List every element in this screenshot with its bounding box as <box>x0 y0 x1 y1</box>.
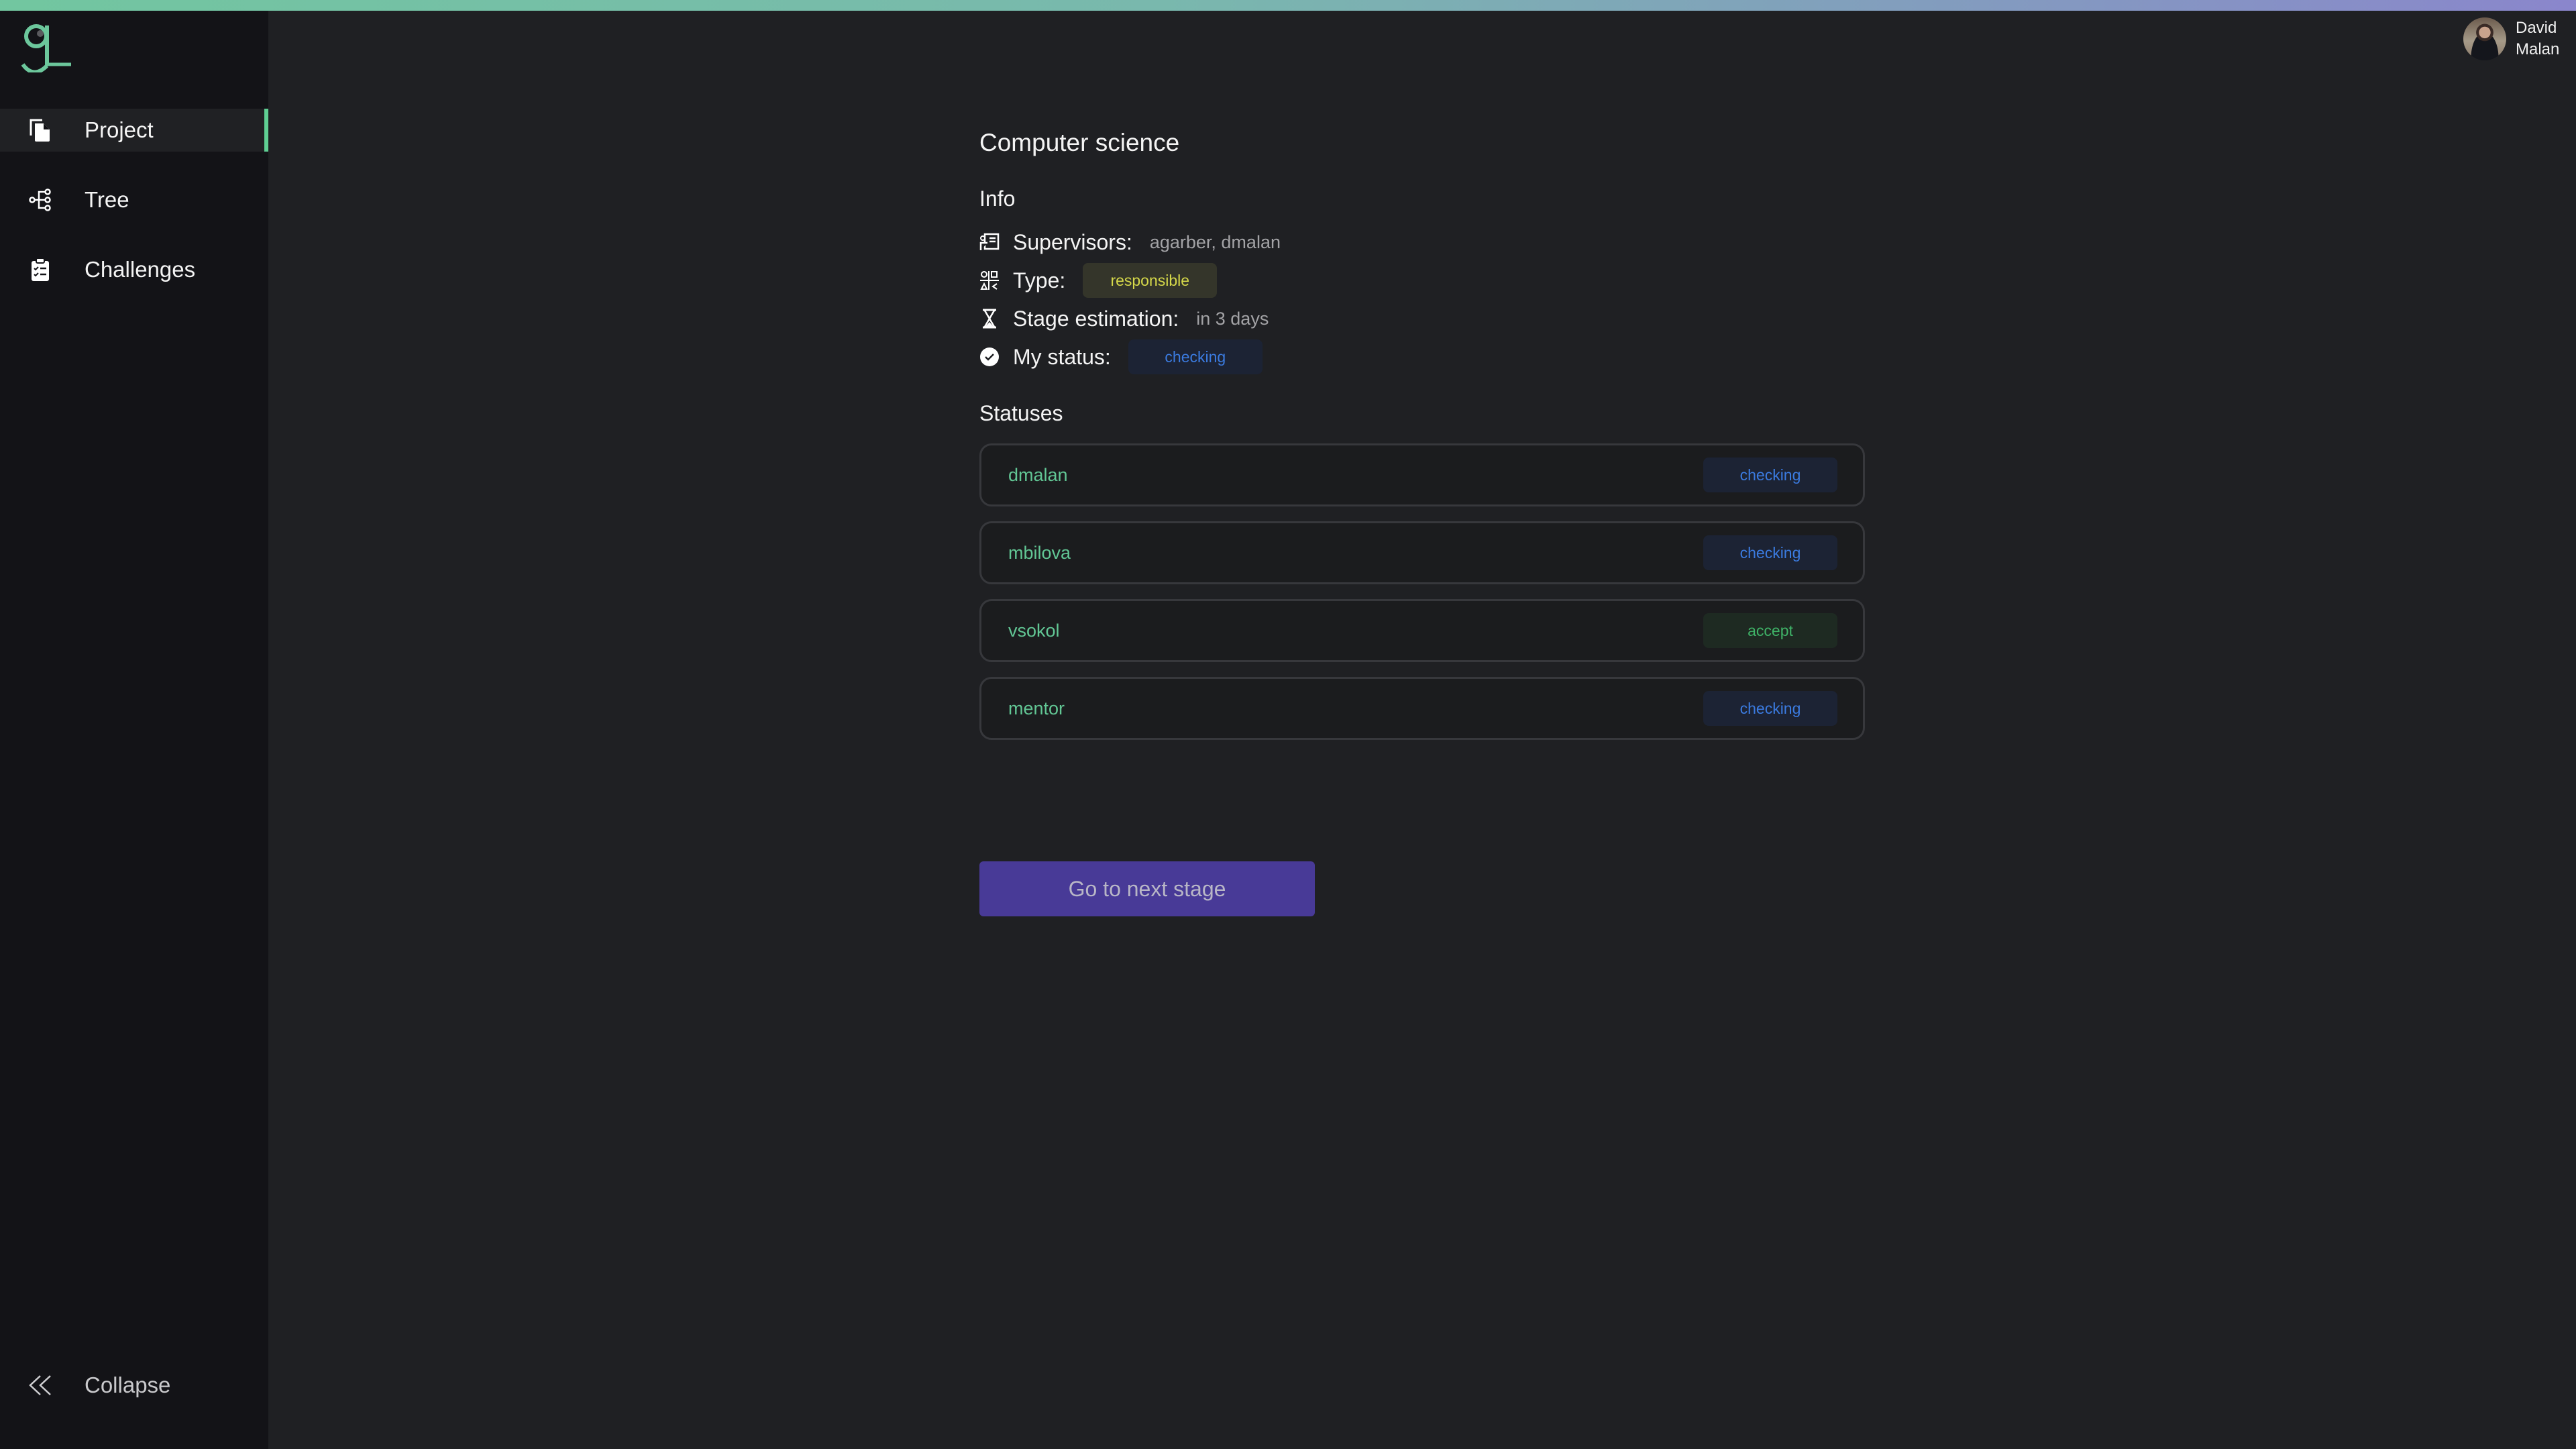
user-last-name: Malan <box>2516 40 2560 58</box>
status-card: vsokol accept <box>979 599 1865 662</box>
supervisors-label: Supervisors: <box>1013 229 1132 254</box>
hourglass-icon <box>979 309 1000 329</box>
collapse-label: Collapse <box>85 1373 171 1397</box>
collapse-button[interactable]: Collapse <box>0 1364 268 1407</box>
tree-icon <box>28 188 52 212</box>
status-user-name[interactable]: vsokol <box>1008 621 1060 641</box>
status-badge: checking <box>1703 691 1837 726</box>
check-circle-icon <box>979 347 1000 367</box>
app-logo[interactable] <box>20 19 74 74</box>
supervisors-value: agarber, dmalan <box>1149 231 1281 252</box>
sidebar-item-project[interactable]: Project <box>0 109 268 152</box>
stage-estimation-row: Stage estimation: in 3 days <box>979 301 1269 336</box>
sidebar-item-label: Challenges <box>85 257 196 282</box>
stage-estimation-value: in 3 days <box>1196 308 1269 329</box>
user-name: David Malan <box>2516 17 2563 60</box>
double-chevron-left-icon <box>28 1373 52 1397</box>
copy-file-icon <box>28 118 52 142</box>
status-badge: checking <box>1703 535 1837 570</box>
sidebar-item-challenges[interactable]: Challenges <box>0 248 268 291</box>
status-card: mbilova checking <box>979 521 1865 584</box>
info-heading: Info <box>979 186 1016 211</box>
my-status-row: My status: checking <box>979 339 1263 374</box>
my-status-badge: checking <box>1128 339 1263 374</box>
user-menu[interactable]: David Malan <box>2463 17 2563 60</box>
type-label: Type: <box>1013 268 1066 292</box>
top-gradient-bar <box>0 0 2576 11</box>
sidebar-item-label: Tree <box>85 187 129 212</box>
avatar[interactable] <box>2463 17 2506 60</box>
stage-estimation-label: Stage estimation: <box>1013 306 1179 331</box>
supervisors-row: Supervisors: agarber, dmalan <box>979 225 1281 260</box>
statuses-heading: Statuses <box>979 401 1063 425</box>
page-title: Computer science <box>979 129 1180 156</box>
type-badge: responsible <box>1083 263 1218 298</box>
sidebar-item-label: Project <box>85 117 154 142</box>
sidebar: Project Tree Challenges Collapse <box>0 11 268 1449</box>
status-user-name[interactable]: mbilova <box>1008 543 1071 564</box>
status-badge: accept <box>1703 613 1837 648</box>
shapes-icon <box>979 270 1000 290</box>
status-user-name[interactable]: dmalan <box>1008 465 1068 486</box>
status-user-name[interactable]: mentor <box>1008 698 1065 719</box>
status-badge: checking <box>1703 458 1837 492</box>
status-card: dmalan checking <box>979 443 1865 506</box>
my-status-label: My status: <box>1013 344 1111 369</box>
logo-icon <box>21 24 71 74</box>
user-first-name: David <box>2516 19 2557 37</box>
clipboard-checklist-icon <box>28 258 52 282</box>
teacher-board-icon <box>979 232 1000 252</box>
status-card: mentor checking <box>979 677 1865 740</box>
next-stage-button[interactable]: Go to next stage <box>979 861 1315 916</box>
sidebar-item-tree[interactable]: Tree <box>0 178 268 221</box>
type-row: Type: responsible <box>979 263 1218 298</box>
